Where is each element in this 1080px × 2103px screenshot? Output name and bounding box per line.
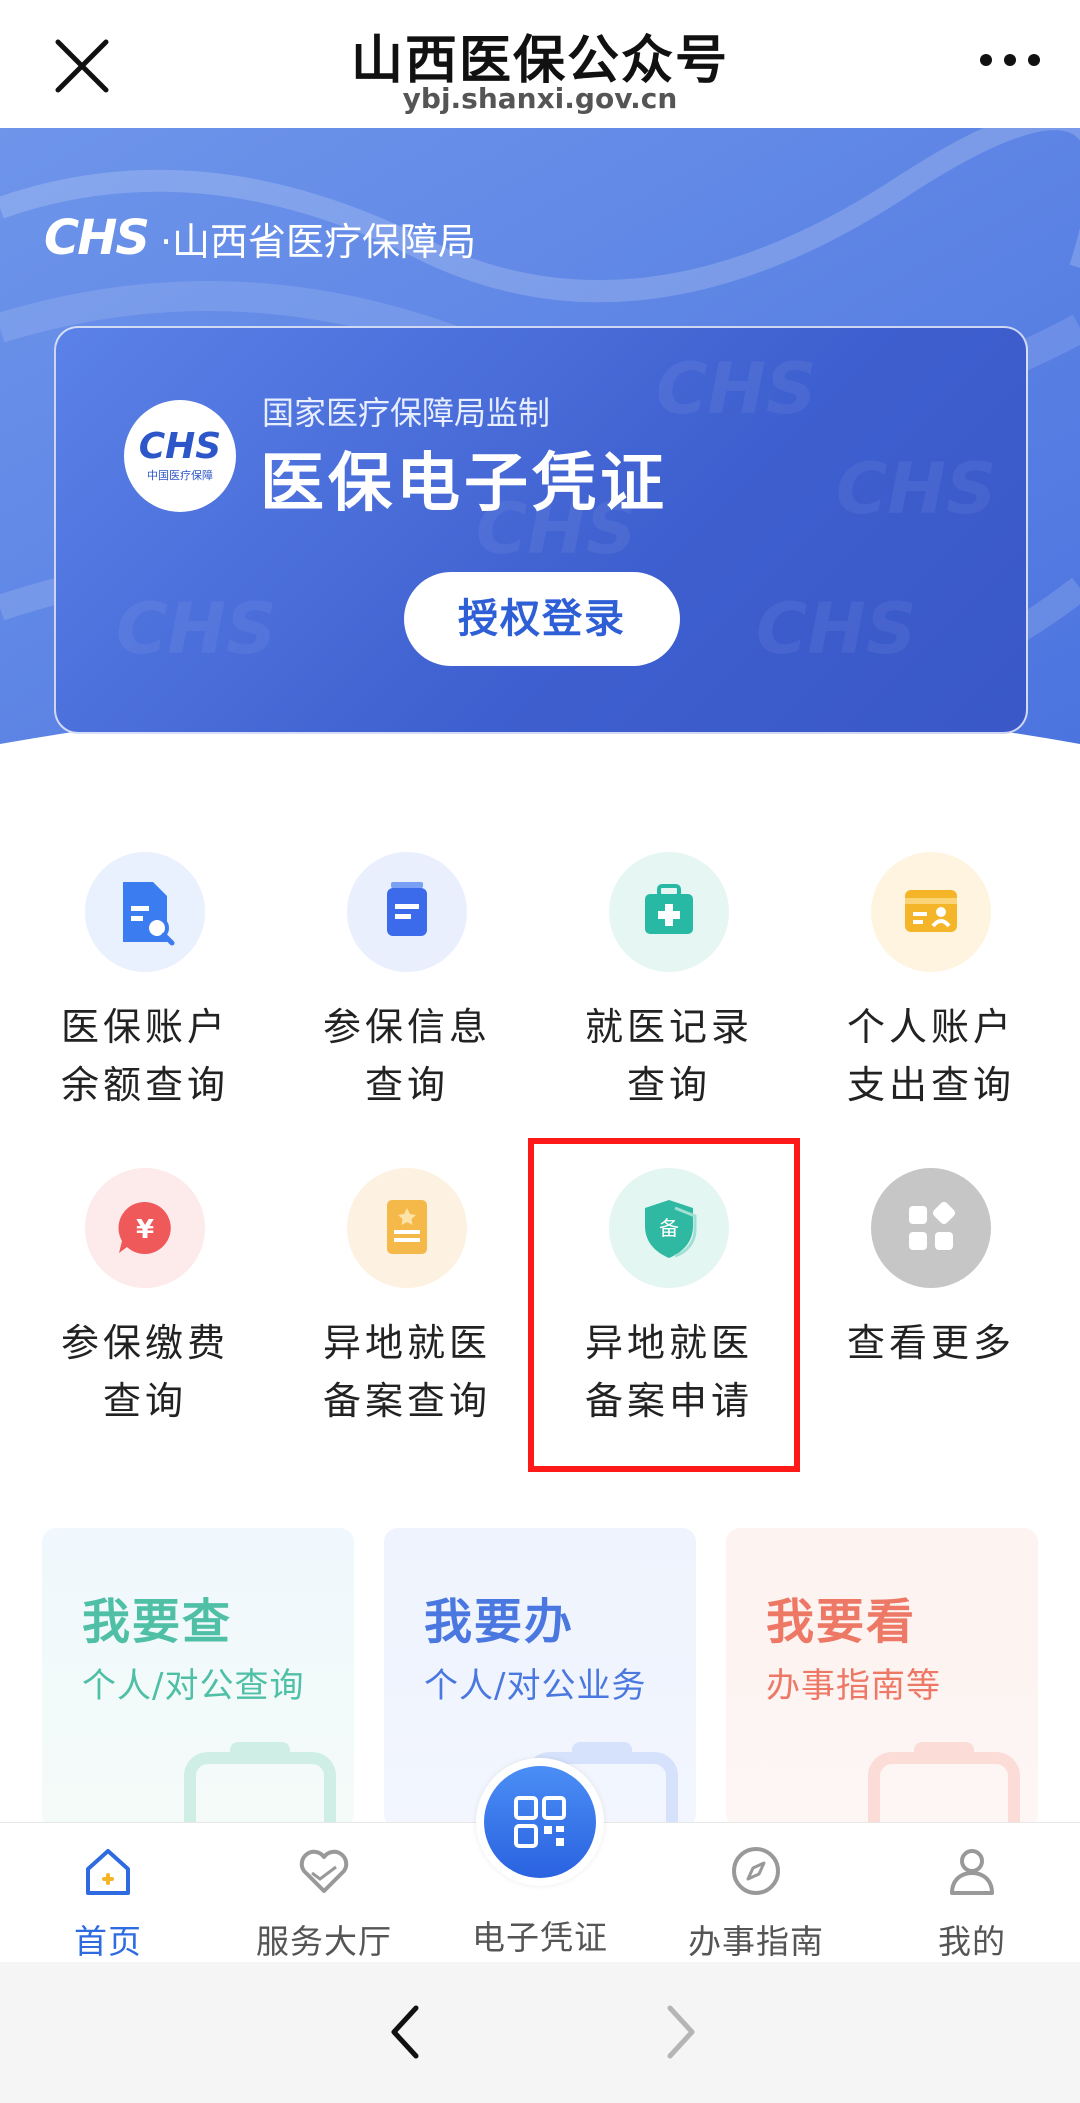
service-label: 医保账户 余额查询: [60, 1005, 229, 1107]
browser-nav-bar: [0, 1962, 1080, 2103]
tab-label: 办事指南: [688, 1922, 824, 1961]
feature-desc: 办事指南等: [766, 1666, 941, 1706]
tab-label: 首页: [74, 1922, 142, 1961]
heart-hands-icon: [299, 1849, 349, 1893]
feature-desc: 个人/对公查询: [82, 1666, 305, 1706]
org-header: CHS ·山西省医疗保障局: [44, 210, 476, 266]
org-name: ·山西省医疗保障局: [159, 219, 477, 264]
svg-text:¥: ¥: [136, 1215, 154, 1245]
clipboard-icon: [868, 1742, 1020, 1828]
tab-label: 服务大厅: [256, 1922, 392, 1961]
tab-guide[interactable]: 办事指南: [648, 1841, 864, 1963]
service-label: 就医记录 查询: [584, 1005, 753, 1107]
home-icon: [86, 1849, 130, 1895]
info-card-icon: [347, 852, 467, 972]
card-title: 医保电子凭证: [260, 447, 668, 521]
chevron-left-icon[interactable]: [380, 2000, 430, 2064]
feature-title: 我要看: [766, 1594, 917, 1650]
compass-icon: [732, 1847, 780, 1895]
medical-kit-icon: [609, 852, 729, 972]
user-icon: [950, 1849, 994, 1895]
service-view-more[interactable]: 查看更多: [800, 1168, 1062, 1372]
feature-card-query[interactable]: 我要查 个人/对公查询: [42, 1528, 354, 1828]
service-label: 参保缴费 查询: [60, 1321, 229, 1423]
authorize-login-button[interactable]: 授权登录: [404, 572, 680, 666]
tab-label: 我的: [938, 1922, 1006, 1961]
service-insurance-info[interactable]: 参保信息 查询: [276, 852, 538, 1114]
qr-code-button[interactable]: [476, 1758, 604, 1886]
tab-mine[interactable]: 我的: [864, 1841, 1080, 1963]
chs-logo: CHS: [44, 210, 150, 266]
feature-title: 我要查: [82, 1594, 233, 1650]
service-payment-query[interactable]: ¥ 参保缴费 查询: [14, 1168, 276, 1430]
star-notebook-icon: [347, 1168, 467, 1288]
e-certificate-card[interactable]: CHS CHS CHS CHS CHS CHS 中国医疗保障 国家医疗保障局监制…: [54, 326, 1028, 734]
tab-service-hall[interactable]: 服务大厅: [216, 1841, 432, 1963]
feature-card-view[interactable]: 我要看 办事指南等: [726, 1528, 1038, 1828]
chevron-right-icon[interactable]: [656, 2000, 706, 2064]
logo-mark: CHS: [138, 426, 222, 467]
highlight-box: [528, 1138, 800, 1472]
service-medical-record[interactable]: 就医记录 查询: [538, 852, 800, 1114]
page-url: ybj.shanxi.gov.cn: [402, 82, 678, 115]
grid-more-icon: [871, 1168, 991, 1288]
service-label: 参保信息 查询: [322, 1005, 491, 1107]
logo-subtext: 中国医疗保障: [147, 469, 213, 482]
tab-home[interactable]: 首页: [0, 1841, 216, 1963]
qr-code-icon: [514, 1796, 566, 1848]
chs-circle-logo: CHS 中国医疗保障: [124, 400, 236, 512]
feature-desc: 个人/对公业务: [424, 1666, 647, 1706]
top-nav-bar: 山西医保公众号 ybj.shanxi.gov.cn: [0, 0, 1080, 128]
card-supervisor: 国家医疗保障局监制: [262, 394, 551, 432]
feature-title: 我要办: [424, 1594, 575, 1650]
service-label: 查看更多: [846, 1321, 1015, 1365]
tab-label: 电子凭证: [472, 1918, 608, 1957]
document-search-icon: [85, 852, 205, 972]
clipboard-icon: [184, 1742, 336, 1828]
yuan-bubble-icon: ¥: [85, 1168, 205, 1288]
service-label: 个人账户 支出查询: [846, 1005, 1015, 1107]
service-account-balance[interactable]: 医保账户 余额查询: [14, 852, 276, 1114]
service-personal-expense[interactable]: 个人账户 支出查询: [800, 852, 1062, 1114]
wallet-user-icon: [871, 852, 991, 972]
service-label: 异地就医 备案查询: [322, 1321, 491, 1423]
more-options-icon[interactable]: [980, 54, 1040, 74]
service-remote-record-query[interactable]: 异地就医 备案查询: [276, 1168, 538, 1430]
